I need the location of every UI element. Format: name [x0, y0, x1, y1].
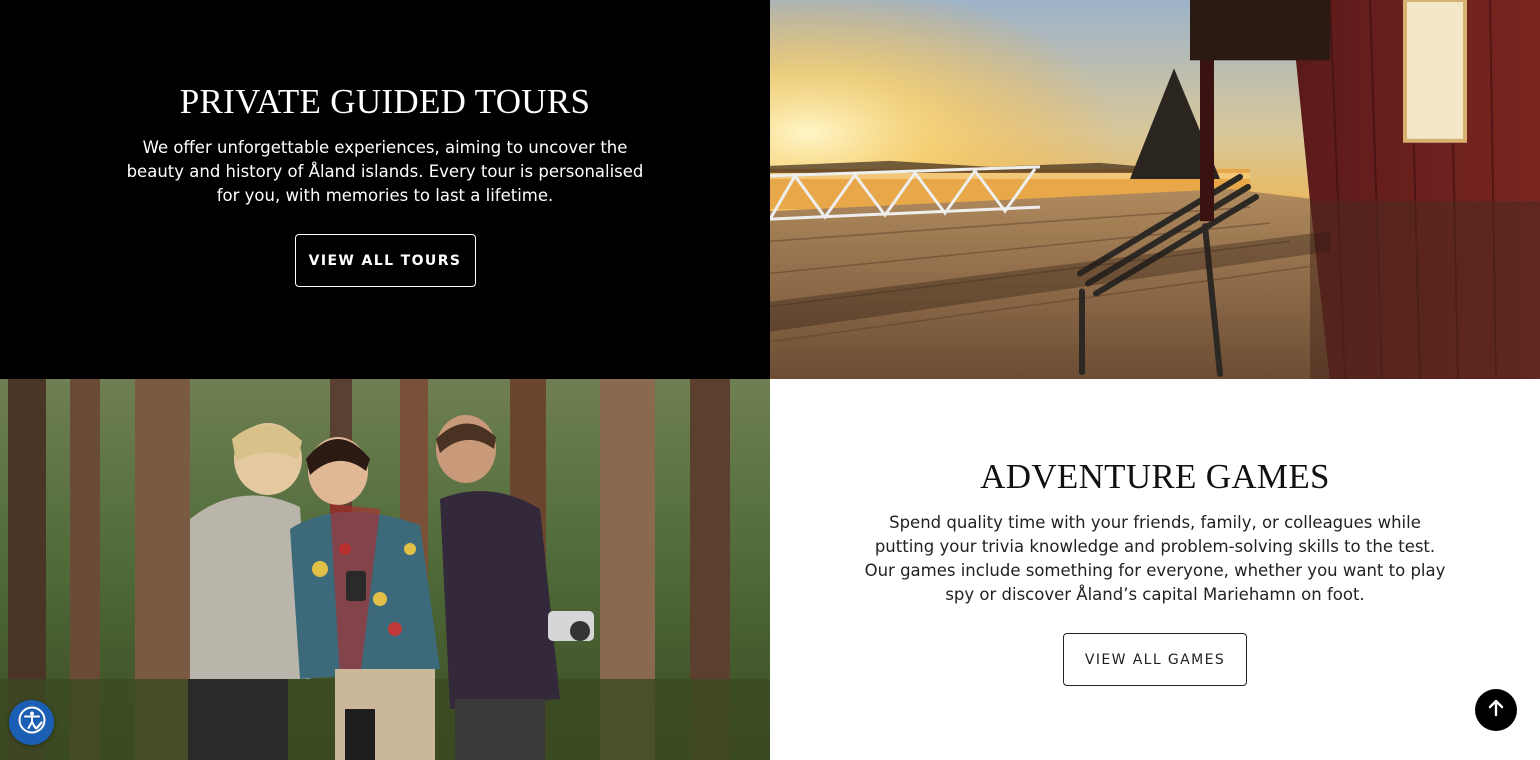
games-panel: ADVENTURE GAMES Spend quality time with …: [770, 379, 1540, 760]
forest-group-image: [0, 379, 770, 760]
view-all-games-button[interactable]: VIEW ALL GAMES: [1063, 633, 1247, 686]
forest-group-photo: [0, 379, 770, 760]
back-to-top-button[interactable]: [1475, 689, 1517, 731]
accessibility-icon: [17, 705, 47, 740]
view-all-tours-button[interactable]: VIEW ALL TOURS: [294, 234, 476, 287]
content-grid: PRIVATE GUIDED TOURS We offer unforgetta…: [0, 0, 1540, 760]
games-description: Spend quality time with your friends, fa…: [864, 513, 1446, 604]
tours-heading: PRIVATE GUIDED TOURS: [179, 82, 591, 121]
sunset-deck-photo: [770, 0, 1540, 379]
tours-textblock: PRIVATE GUIDED TOURS We offer unforgetta…: [0, 82, 770, 287]
sunset-deck-image: [770, 0, 1540, 379]
accessibility-button[interactable]: [9, 700, 54, 745]
games-heading: ADVENTURE GAMES: [980, 457, 1330, 496]
arrow-up-icon: [1486, 698, 1506, 723]
tours-panel: PRIVATE GUIDED TOURS We offer unforgetta…: [0, 0, 770, 379]
tours-description: We offer unforgettable experiences, aimi…: [126, 138, 644, 205]
games-textblock: ADVENTURE GAMES Spend quality time with …: [770, 457, 1540, 686]
